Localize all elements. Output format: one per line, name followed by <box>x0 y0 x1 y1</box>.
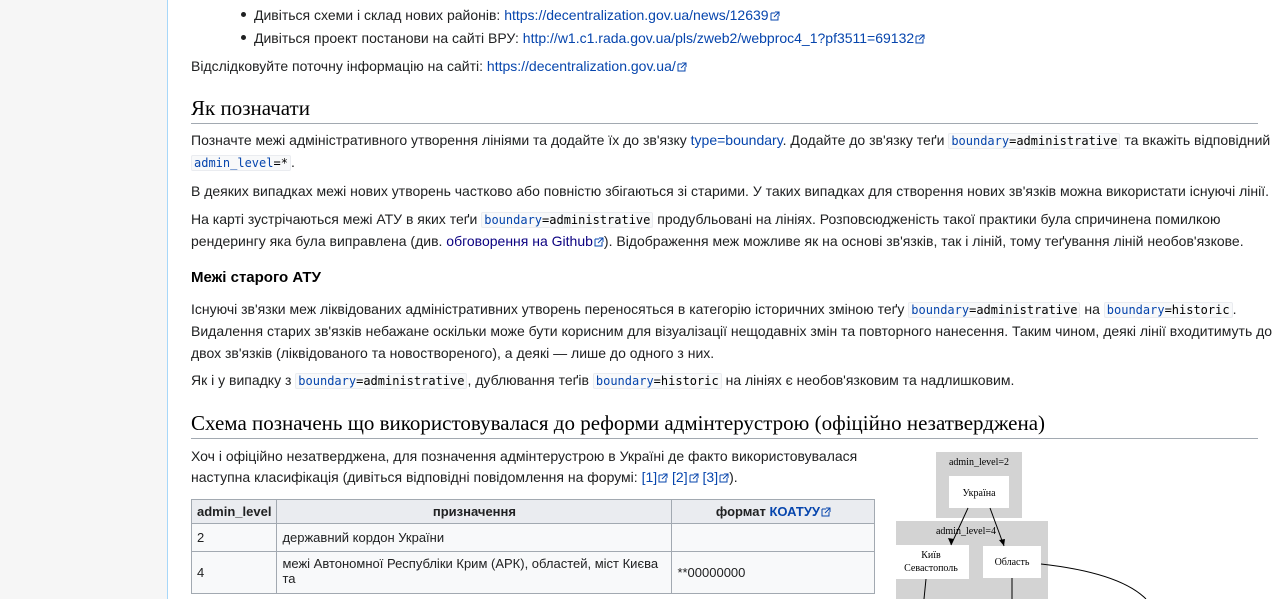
bullet-dot <box>241 35 246 40</box>
cell-format <box>671 523 876 552</box>
paragraph-continued: Видалення старих зв'язків небажане оскіл… <box>191 323 1273 339</box>
tag-value: =administrative <box>356 374 465 388</box>
node-label: Україна <box>962 488 996 499</box>
text: На карті зустрічаються межі АТУ в яких т… <box>191 211 482 227</box>
content-area: Дивіться схеми і склад нових районів: ht… <box>167 0 1280 599</box>
tag-key: boundary <box>951 134 1010 148</box>
external-link-icon <box>689 473 699 483</box>
decentralization-link[interactable]: https://decentralization.gov.ua/ <box>487 58 676 74</box>
list-item: Дивіться проект постанови на сайті ВРУ: … <box>254 27 925 49</box>
tag-code[interactable]: boundary=historic <box>1103 302 1233 318</box>
cell-purpose: державний кордон України <box>276 523 673 552</box>
text: наступна класифікація (дивіться відповід… <box>191 469 642 485</box>
text: ). Відображення меж можливе як на основі… <box>603 233 1244 249</box>
tag-code[interactable]: boundary=administrative <box>481 212 654 228</box>
tag-code[interactable]: boundary=historic <box>592 373 722 389</box>
table-row: 4 межі Автономної Республіки Крим (АРК),… <box>190 551 876 594</box>
tag-code[interactable]: admin_level=* <box>191 155 291 171</box>
paragraph-continued: рендерингу яка була виправлена (див. обг… <box>191 230 1244 252</box>
edge-curve <box>1040 563 1147 599</box>
node-label: Область <box>995 557 1030 568</box>
admin-level-table: admin_level призначення формат КОАТУУ 2 … <box>190 499 876 594</box>
text: . <box>290 154 295 170</box>
cluster-label: admin_level=4 <box>936 526 996 537</box>
paragraph: На карті зустрічаються межі АТУ в яких т… <box>191 208 1221 231</box>
node-label: Київ <box>921 550 941 561</box>
paragraph: В деяких випадках межі нових утворень ча… <box>191 183 1269 199</box>
external-link-icon <box>719 473 729 483</box>
paragraph: Як і у випадку з boundary=administrative… <box>191 369 1014 392</box>
track-paragraph: Відслідковуйте поточну інформацію на сай… <box>191 55 687 77</box>
text: на лініях є необов'язковим та надлишкови… <box>721 372 1015 388</box>
text: продубльовані на лініях. Розповсюдженіст… <box>653 211 1221 227</box>
koatuu-link[interactable]: КОАТУУ <box>769 504 820 519</box>
tag-key: boundary <box>298 374 357 388</box>
table-row: 2 державний кордон України <box>190 523 876 552</box>
external-link-icon <box>658 473 668 483</box>
text: ). <box>729 469 738 485</box>
track-text: Відслідковуйте поточну інформацію на сай… <box>191 58 487 74</box>
cell-purpose: межі Автономної Республіки Крим (АРК), о… <box>276 551 673 594</box>
text: , дублювання теґів <box>467 372 593 388</box>
paragraph-continued: наступна класифікація (дивіться відповід… <box>191 466 738 488</box>
tag-value: =historic <box>1164 303 1230 317</box>
text: Існуючі зв'язки меж ліквідованих адмініс… <box>191 301 909 317</box>
list-item: Дивіться схеми і склад нових районів: ht… <box>254 4 780 26</box>
tag-key: boundary <box>1106 303 1165 317</box>
external-link-icon <box>770 11 780 21</box>
tag-value: =administrative <box>1009 134 1118 148</box>
tag-key: boundary <box>911 303 970 317</box>
tag-key: boundary <box>484 213 543 227</box>
external-link-icon <box>915 34 925 44</box>
rada-link[interactable]: http://w1.c1.rada.gov.ua/pls/zweb2/webpr… <box>523 30 914 46</box>
tag-key: boundary <box>595 374 654 388</box>
column-header: призначення <box>276 499 673 524</box>
tag-code[interactable]: boundary=administrative <box>295 373 468 389</box>
bullet-dot <box>241 12 246 17</box>
list-item-text: Дивіться проект постанови на сайті ВРУ: <box>254 30 523 46</box>
text: рендерингу яка була виправлена (див. <box>191 233 447 249</box>
tag-code[interactable]: boundary=administrative <box>948 133 1121 149</box>
column-header: admin_level <box>190 499 278 524</box>
cell-level: 4 <box>190 551 278 594</box>
paragraph: Хоч і офіційно незатверджена, для познач… <box>191 448 858 464</box>
paragraph-continued: двох зв'язків (ліквідованого та новоство… <box>191 345 715 361</box>
cluster-label: admin_level=2 <box>949 457 1009 468</box>
tag-code[interactable]: boundary=administrative <box>908 302 1081 318</box>
forum-ref-2[interactable]: [2] <box>672 469 688 485</box>
github-discussion-link[interactable]: обговорення на Github <box>446 233 593 249</box>
forum-ref-3[interactable]: [3] <box>703 469 719 485</box>
text: на <box>1080 301 1104 317</box>
tag-value: =administrative <box>542 213 651 227</box>
table-header-row: admin_level призначення формат КОАТУУ <box>190 499 876 524</box>
type-boundary-link[interactable]: type=boundary <box>691 132 783 148</box>
tag-key: admin_level <box>194 156 274 170</box>
news-link[interactable]: https://decentralization.gov.ua/news/126… <box>504 7 768 23</box>
text: та вкажіть відповідний <box>1120 132 1271 148</box>
forum-ref-1[interactable]: [1] <box>642 469 658 485</box>
section-heading: Схема позначень що використовувалася до … <box>191 411 1258 439</box>
node-label: Севастополь <box>904 563 958 574</box>
external-link-icon <box>821 507 831 517</box>
text: Позначте межі адміністративного утворенн… <box>191 132 691 148</box>
tag-value: =historic <box>653 374 719 388</box>
paragraph-continued: admin_level=*. <box>191 151 295 174</box>
tag-value: =administrative <box>969 303 1078 317</box>
text: Як і у випадку з <box>191 372 296 388</box>
cell-level: 2 <box>190 523 278 552</box>
subsection-heading: Межі старого АТУ <box>191 269 321 286</box>
column-header-text: формат <box>715 504 770 519</box>
section-heading: Як позначати <box>191 96 1258 124</box>
text: . Додайте до зв'язку теґи <box>782 132 949 148</box>
admin-hierarchy-diagram[interactable]: admin_level=2 Україна admin_level=4 Київ… <box>896 449 1256 599</box>
paragraph: Існуючі зв'язки меж ліквідованих адмініс… <box>191 298 1236 321</box>
external-link-icon <box>594 237 604 247</box>
tag-value: =* <box>273 156 288 170</box>
external-link-icon <box>677 62 687 72</box>
list-item-text: Дивіться схеми і склад нових районів: <box>254 7 505 23</box>
column-header: формат КОАТУУ <box>671 499 876 524</box>
text: . <box>1232 301 1237 317</box>
cell-format: **00000000 <box>671 551 876 594</box>
paragraph: Позначте межі адміністративного утворенн… <box>191 129 1270 152</box>
